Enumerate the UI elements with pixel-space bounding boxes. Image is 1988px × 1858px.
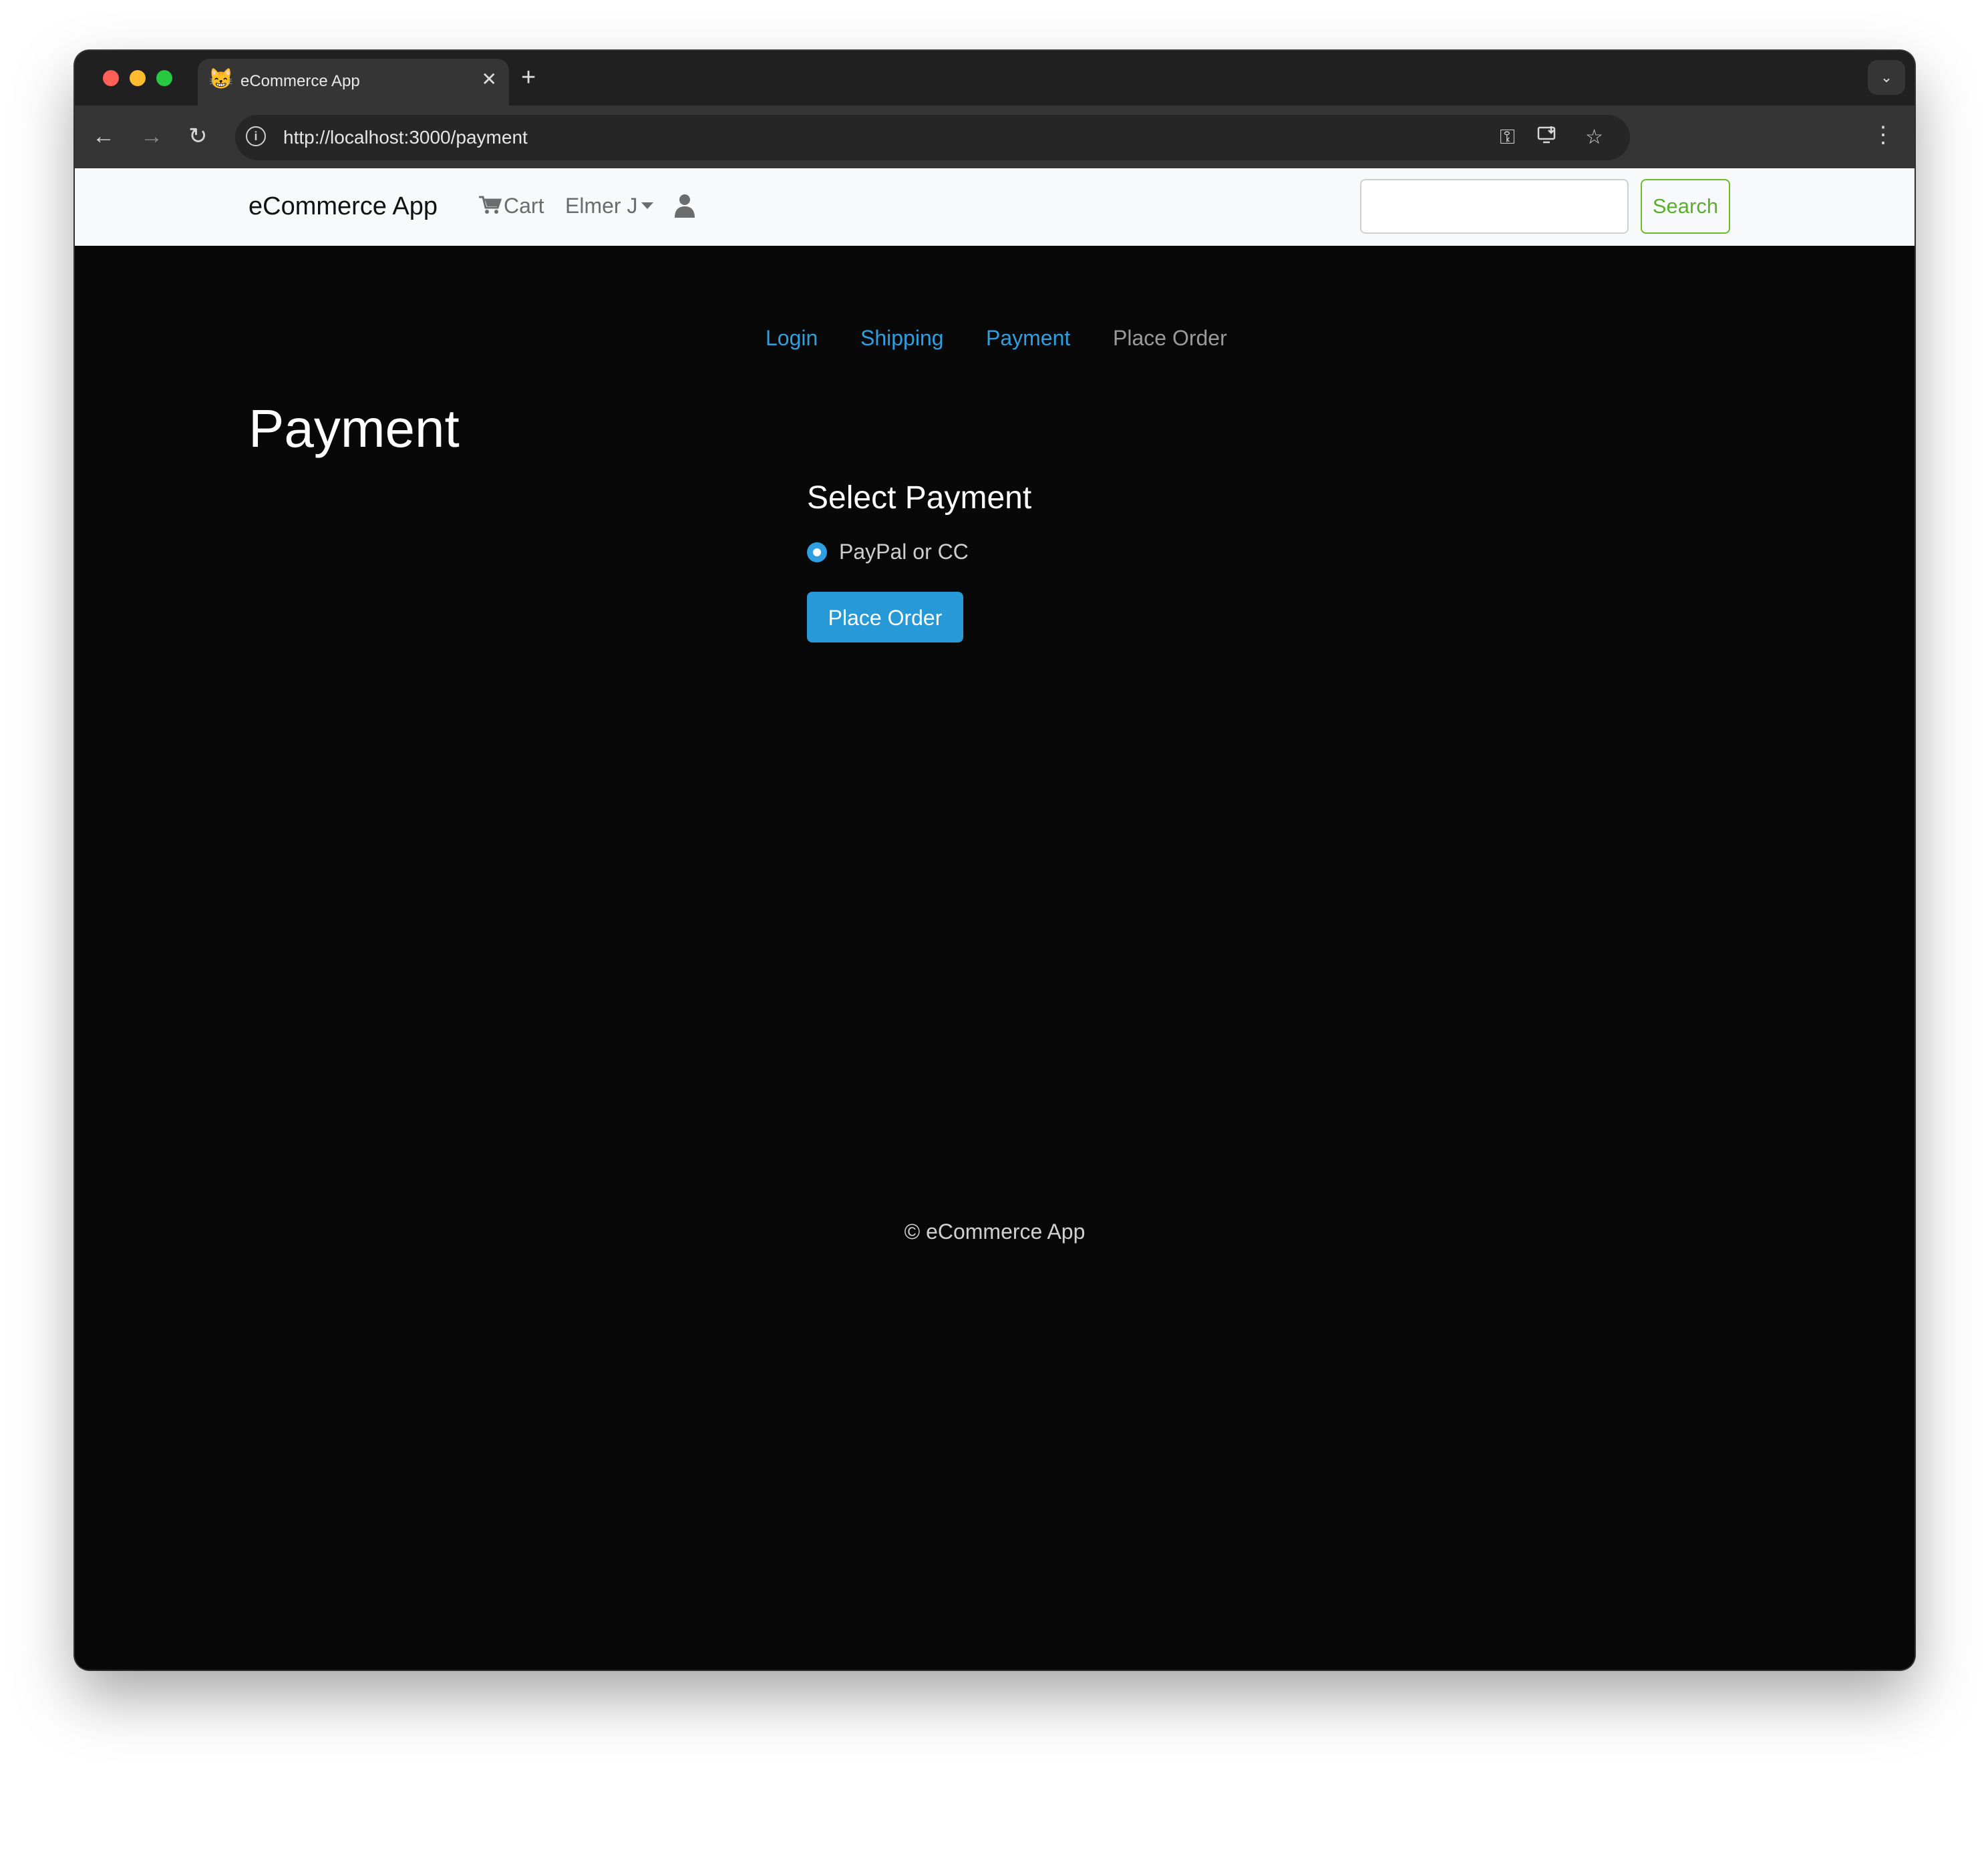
back-arrow-icon[interactable]: ← (92, 123, 115, 150)
step-shipping[interactable]: Shipping (860, 326, 944, 351)
favicon-icon: 😸 (208, 68, 234, 90)
search-button[interactable]: Search (1641, 179, 1730, 234)
user-dropdown[interactable]: Elmer J (565, 194, 654, 218)
step-payment[interactable]: Payment (986, 326, 1070, 351)
tab-search-chevron-icon[interactable]: ⌄ (1868, 60, 1905, 95)
cart-icon (479, 196, 502, 214)
user-icon[interactable] (673, 194, 696, 218)
caret-down-icon (641, 202, 654, 209)
install-app-icon[interactable] (1536, 124, 1558, 153)
cart-link[interactable]: Cart (478, 194, 544, 218)
site-navbar: eCommerce App Cart Elmer J Search (75, 168, 1915, 246)
site-info-icon[interactable]: i (246, 126, 266, 146)
tab-strip: 😸 eCommerce App ✕ + ⌄ (75, 51, 1915, 107)
step-login[interactable]: Login (766, 326, 818, 351)
reload-icon[interactable]: ↻ (188, 123, 208, 150)
place-order-button[interactable]: Place Order (807, 592, 963, 642)
brand-link[interactable]: eCommerce App (248, 192, 438, 221)
forward-arrow-icon[interactable]: → (140, 123, 163, 150)
checkout-steps: Login Shipping Payment Place Order (75, 326, 1915, 359)
close-window-button[interactable] (103, 70, 119, 86)
tab-title: eCommerce App (240, 72, 360, 90)
maximize-window-button[interactable] (156, 70, 172, 86)
step-place-order: Place Order (1113, 326, 1227, 350)
user-name: Elmer J (565, 194, 638, 218)
minimize-window-button[interactable] (130, 70, 146, 86)
address-bar[interactable]: i http://localhost:3000/payment ⚿ ☆ (235, 115, 1630, 160)
browser-window: 😸 eCommerce App ✕ + ⌄ ← → ↻ i http://loc… (75, 51, 1915, 1670)
footer-copyright: © eCommerce App (904, 1220, 1086, 1244)
tab-close-icon[interactable]: ✕ (482, 68, 497, 91)
cart-label: Cart (504, 194, 544, 218)
browser-menu-icon[interactable]: ⋮ (1872, 122, 1894, 148)
browser-toolbar: ← → ↻ i http://localhost:3000/payment ⚿ … (75, 106, 1915, 168)
payment-option-label[interactable]: PayPal or CC (839, 540, 969, 564)
payment-radio[interactable] (807, 542, 827, 562)
install-app-svg (1537, 126, 1556, 144)
search-input[interactable] (1360, 179, 1629, 234)
bookmark-star-icon[interactable]: ☆ (1585, 124, 1603, 151)
new-tab-icon[interactable]: + (521, 63, 536, 92)
address-url[interactable]: http://localhost:3000/payment (283, 127, 528, 148)
web-page: eCommerce App Cart Elmer J Search Login (75, 168, 1915, 1670)
form-title: Select Payment (807, 480, 1032, 516)
password-key-icon[interactable]: ⚿ (1500, 124, 1515, 151)
page-title: Payment (248, 399, 460, 458)
browser-tab[interactable]: 😸 eCommerce App ✕ (198, 59, 509, 107)
